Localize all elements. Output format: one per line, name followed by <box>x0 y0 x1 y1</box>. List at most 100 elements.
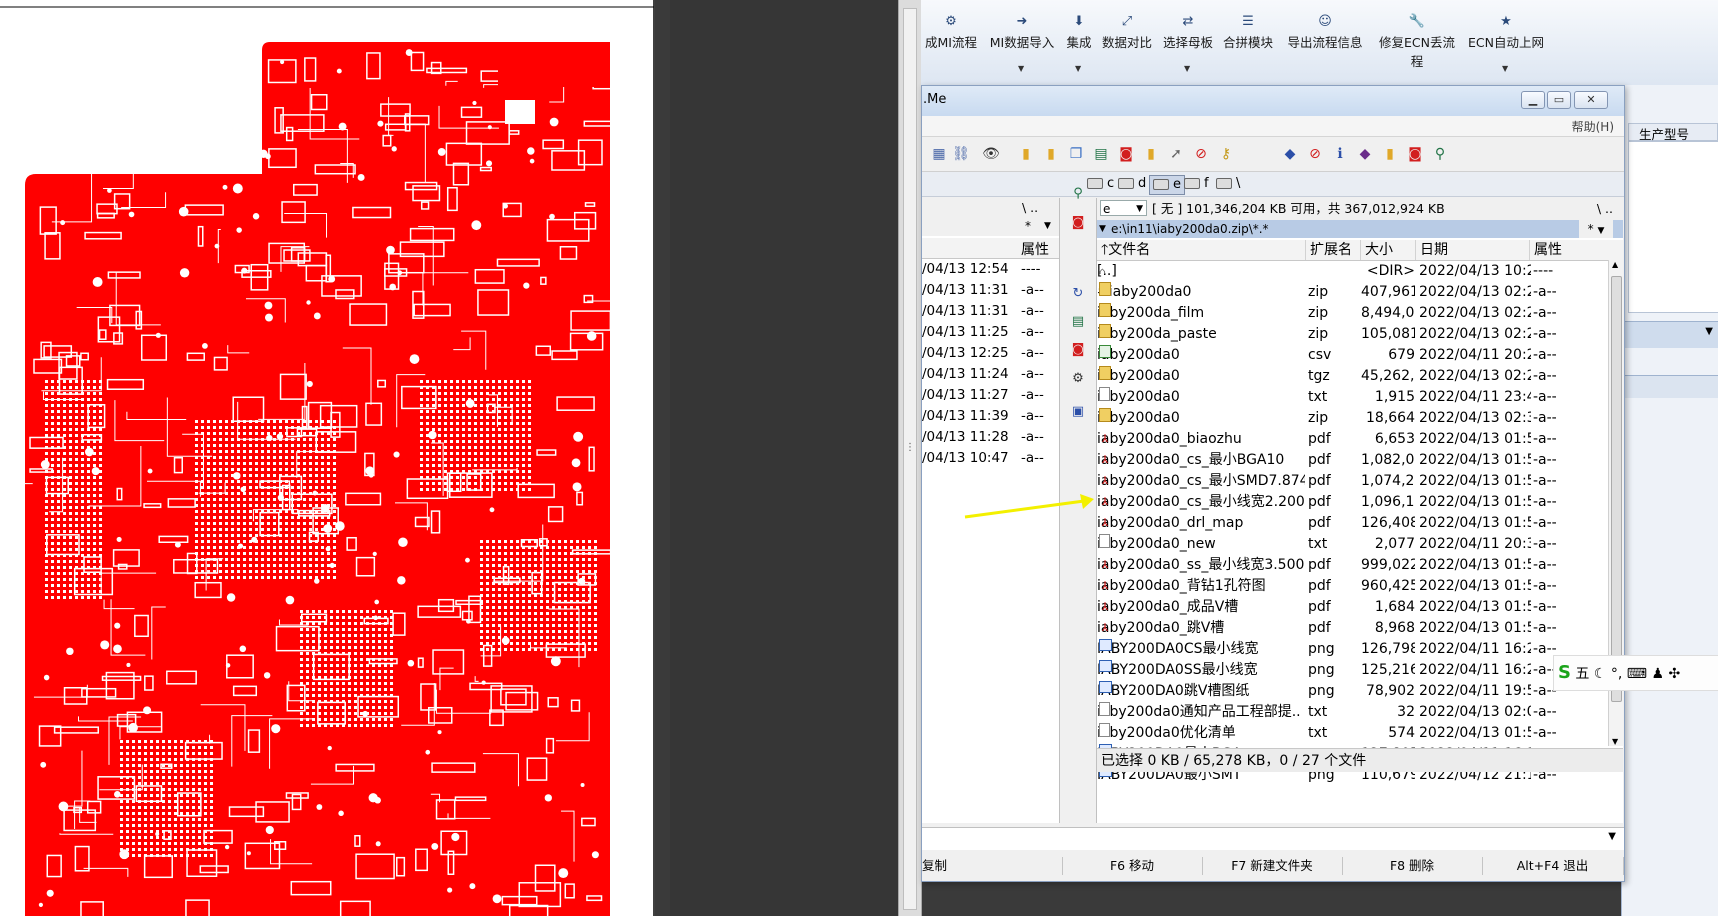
drive-button-1[interactable]: d <box>1118 175 1146 193</box>
ribbon-button-3[interactable]: ⤢ 数据对比 <box>1099 14 1155 51</box>
file-row[interactable]: IABY200DA0SS最小线宽 png 125,216 2022/04/11 16:… <box>1097 660 1607 681</box>
key-icon[interactable]: ⚷ <box>1217 145 1235 163</box>
command-line-input[interactable]: ▼ <box>922 827 1624 851</box>
column-header-model[interactable]: 生产型号 <box>1628 123 1718 142</box>
file-row[interactable]: ⅄ iaby200da0_biaozhu pdf 6,653 2022/04/13 01… <box>1097 429 1607 450</box>
ime-mode[interactable]: 五 <box>1575 666 1589 682</box>
stop-icon[interactable]: ⊘ <box>1192 145 1210 163</box>
ribbon-button-5[interactable]: ☰ 合拼模块 <box>1220 14 1276 51</box>
url-icon[interactable]: ⛓ <box>952 145 970 163</box>
shield-icon[interactable]: ◆ <box>1281 145 1299 163</box>
chevron-down-icon[interactable]: ▼ <box>1099 220 1106 238</box>
minimize-button[interactable]: ▁ <box>1521 91 1545 109</box>
ime-toolbar[interactable]: S 五 ☾ °, ⌨ ♟ ✣ <box>1553 655 1718 691</box>
attr-column-header[interactable]: 属性 <box>1530 240 1610 260</box>
chevron-down-icon[interactable]: ▼ <box>1044 221 1051 231</box>
pdf-icon[interactable]: ◙ <box>1117 145 1135 163</box>
scrollbar-thumb[interactable] <box>1611 276 1622 702</box>
punctuation-icon[interactable]: °, <box>1611 666 1622 682</box>
function-key-button-3[interactable]: F8 删除 <box>1342 857 1483 875</box>
left-file-row[interactable]: /04/13 11:25 -a-- <box>922 322 1059 343</box>
settings-icon[interactable]: ⚙ <box>1070 371 1086 387</box>
left-file-row[interactable]: /04/13 11:27 -a-- <box>922 385 1059 406</box>
left-file-row[interactable]: /04/13 11:31 -a-- <box>922 301 1059 322</box>
ribbon-button-7[interactable]: 🔧 修复ECN丢流程 <box>1373 14 1461 70</box>
drive-select[interactable]: e ▼ <box>1100 200 1147 216</box>
excel-icon[interactable]: ▤ <box>1070 314 1086 330</box>
arrow-icon[interactable]: ➚ <box>1167 145 1185 163</box>
folder-icon[interactable]: ▮ <box>1042 145 1060 163</box>
shield-icon[interactable]: ◆ <box>1356 145 1374 163</box>
scroll-up-icon[interactable]: ▲ <box>1612 260 1618 269</box>
copy-icon[interactable]: ❐ <box>1067 145 1085 163</box>
file-row[interactable]: ⅄ iaby200da0_ss_最小线宽3.500 pdf 999,022 2022/0… <box>1097 555 1607 576</box>
ribbon-button-1[interactable]: ➜ MI数据导入 <box>984 14 1060 51</box>
file-row[interactable]: iaby200da0tgz 45,262,1782022/04/13 02:23-… <box>1097 366 1607 387</box>
window-splitter[interactable]: ⋮ <box>898 0 922 916</box>
left-file-row[interactable]: /04/13 11:28 -a-- <box>922 427 1059 448</box>
scroll-down-icon[interactable]: ▼ <box>1612 737 1618 746</box>
ribbon-button-6[interactable]: ☺ 导出流程信息 <box>1285 14 1365 51</box>
ribbon-button-8[interactable]: ★ ECN自动上网 <box>1468 14 1544 51</box>
file-row[interactable]: #iaby200da0 zip 407,9612022/04/13 02:29-a-… <box>1097 282 1607 303</box>
file-row[interactable]: iaby200da0通知产品工程部提.. txt 322022/04/13 02:0… <box>1097 702 1607 723</box>
chevron-down-icon[interactable]: ▼ <box>1018 64 1024 73</box>
chevron-down-icon[interactable]: ▼ <box>1075 64 1081 73</box>
pdf-icon[interactable]: ◙ <box>1070 342 1086 358</box>
file-row[interactable]: ⅄iaby200da0_cs_最小SMD7.874pdf 1,074,279202… <box>1097 471 1607 492</box>
size-column-header[interactable]: 大小 <box>1361 240 1416 260</box>
file-row[interactable]: iaby200da_film zip 8,494,0922022/04/13 02:… <box>1097 303 1607 324</box>
file-row[interactable]: iaby200da0zip 18,6642022/04/13 02:30-a-- <box>1097 408 1607 429</box>
ribbon-button-0[interactable]: ⚙ 成MI流程 <box>921 14 981 51</box>
left-column-header[interactable]: 属性 <box>922 238 1059 259</box>
file-row[interactable]: ⅄iaby200da0_cs_最小线宽2.200pdf 1,096,1602022… <box>1097 492 1607 513</box>
network-icon[interactable]: ⚲ <box>1070 186 1086 202</box>
stop-icon[interactable]: ⊘ <box>1306 145 1324 163</box>
date-column-header[interactable]: 日期 <box>1416 240 1530 260</box>
maximize-button[interactable]: ▭ <box>1547 91 1571 109</box>
chevron-down-icon[interactable]: ▼ <box>1608 831 1616 842</box>
name-column-header[interactable]: 🡑文件名 <box>1097 240 1306 260</box>
excel-icon[interactable]: ▤ <box>1092 145 1110 163</box>
file-row[interactable]: ⅄ iaby200da0_背钻1孔符图 pdf 960,425 2022/04/13 0… <box>1097 576 1607 597</box>
file-row[interactable]: IABY200DA0CS最小线宽 png 126,798 2022/04/11 16:… <box>1097 639 1607 660</box>
function-key-button-0[interactable]: 复制 <box>922 857 1063 875</box>
chevron-down-icon[interactable]: ▼ <box>1184 64 1190 73</box>
folder-icon[interactable]: ▮ <box>1142 145 1160 163</box>
ribbon-button-4[interactable]: ⇄ 选择母板 <box>1160 14 1216 51</box>
file-row[interactable]: IABY200DA0跳V槽图纸 png 78,9022022/04/11 19:55… <box>1097 681 1607 702</box>
left-file-row[interactable]: /04/13 11:24 -a-- <box>922 364 1059 385</box>
file-row[interactable]: ⌂[..] <DIR>2022/04/13 10:28---- <box>1097 261 1607 282</box>
file-row[interactable]: iaby200da0csv 6792022/04/11 20:26-a-- <box>1097 345 1607 366</box>
drive-button-0[interactable]: c <box>1087 175 1114 193</box>
attr-column-header[interactable]: 属性 <box>1021 239 1049 259</box>
file-row[interactable]: ⅄iaby200da0_cs_最小BGA10pdf1,082,0382022/0… <box>1097 450 1607 471</box>
file-row[interactable]: ⅄iaby200da0_成品V槽pdf1,6842022/04/13 01:52… <box>1097 597 1607 618</box>
pdf-icon[interactable]: ◙ <box>1406 145 1424 163</box>
moon-icon[interactable]: ☾ <box>1594 666 1607 682</box>
function-key-button-1[interactable]: F6 移动 <box>1062 857 1203 875</box>
image-icon[interactable]: ▣ <box>1070 404 1086 420</box>
apps-icon[interactable]: ✣ <box>1668 666 1680 682</box>
binoculars-icon[interactable]: 👁 <box>982 145 1000 163</box>
pdf-icon[interactable]: ◙ <box>1070 215 1086 231</box>
network-icon[interactable]: ⚲ <box>1431 145 1449 163</box>
menu-help[interactable]: 帮助(H) <box>1572 118 1614 135</box>
grid-icon[interactable]: ▦ <box>930 145 948 163</box>
vertical-scrollbar[interactable] <box>903 8 917 910</box>
left-file-row[interactable]: /04/13 12:25 -a-- <box>922 343 1059 364</box>
chevron-down-icon[interactable]: ▼ <box>1705 326 1713 337</box>
file-row[interactable]: iaby200da_paste zip 105,0812022/04/13 02:2… <box>1097 324 1607 345</box>
keyboard-icon[interactable]: ⌨ <box>1627 666 1647 682</box>
file-row[interactable]: ⅄ iaby200da0_drl_map pdf 126,408 2022/04/13 … <box>1097 513 1607 534</box>
left-file-row[interactable]: /04/13 11:39 -a-- <box>922 406 1059 427</box>
close-button[interactable]: ✕ <box>1574 91 1608 109</box>
ribbon-button-2[interactable]: ⬇ 集成 <box>1062 14 1096 51</box>
current-path-bar[interactable]: ▼ e:\in11\iaby200da0.zip\*.* * ▼ <box>1097 220 1623 238</box>
file-row[interactable]: ⅄iaby200da0_跳V槽pdf8,9682022/04/13 01:52-… <box>1097 618 1607 639</box>
right-nav-buttons[interactable]: \ .. <box>1597 198 1613 220</box>
left-file-row[interactable]: /04/13 12:54 ---- <box>922 259 1059 280</box>
function-key-button-2[interactable]: F7 新建文件夹 <box>1202 857 1343 875</box>
left-file-row[interactable]: /04/13 11:31 -a-- <box>922 280 1059 301</box>
folder-icon[interactable]: ▮ <box>1381 145 1399 163</box>
